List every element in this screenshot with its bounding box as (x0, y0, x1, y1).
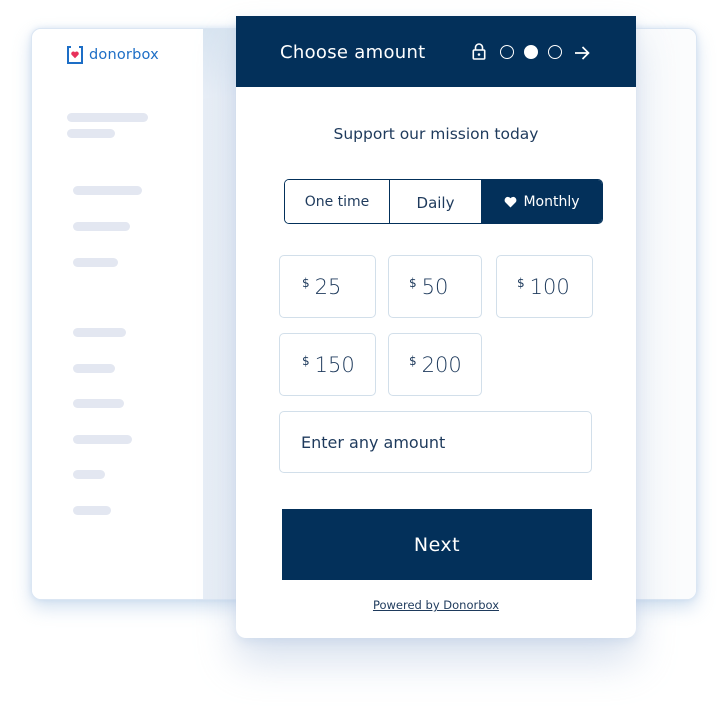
frequency-toggle: One time Daily Monthly (284, 179, 603, 224)
dashboard-sidebar: donorbox (32, 29, 203, 599)
lock-icon (472, 43, 486, 60)
skeleton-nav-item (73, 258, 118, 267)
amount-value: 200 (421, 352, 462, 377)
skeleton-line (67, 113, 148, 122)
currency-symbol: $ (302, 354, 310, 368)
amount-option-100[interactable]: $ 100 (496, 255, 593, 318)
form-title: Choose amount (280, 42, 426, 63)
powered-by-link[interactable]: Powered by Donorbox (236, 598, 636, 612)
step-dot-3 (548, 44, 562, 59)
amount-option-150[interactable]: $ 150 (279, 333, 376, 396)
frequency-label: Daily (416, 194, 455, 212)
skeleton-nav-item (73, 364, 115, 373)
next-button[interactable]: Next (282, 509, 592, 580)
custom-amount-input[interactable] (279, 411, 592, 473)
frequency-one-time[interactable]: One time (285, 180, 389, 223)
frequency-monthly[interactable]: Monthly (481, 180, 602, 223)
amount-value: 150 (314, 352, 355, 377)
amount-option-50[interactable]: $ 50 (388, 255, 482, 318)
skeleton-nav-item (73, 506, 111, 515)
frequency-label: Monthly (523, 193, 580, 210)
amount-value: 100 (529, 274, 570, 299)
skeleton-nav-item (73, 328, 126, 337)
donorbox-logo[interactable]: donorbox (66, 45, 159, 65)
skeleton-nav-item (73, 470, 105, 479)
amount-value: 50 (421, 274, 449, 299)
skeleton-nav-item (73, 222, 130, 231)
step-dot-2-active (524, 44, 538, 59)
step-indicator (472, 43, 590, 60)
currency-symbol: $ (302, 276, 310, 290)
amount-option-200[interactable]: $ 200 (388, 333, 482, 396)
amount-value: 25 (314, 274, 342, 299)
logo-text: donorbox (89, 47, 159, 63)
currency-symbol: $ (517, 276, 525, 290)
donorbox-box-heart-icon (66, 45, 84, 65)
heart-icon (504, 196, 517, 208)
currency-symbol: $ (409, 354, 417, 368)
skeleton-line (67, 129, 115, 138)
amount-option-25[interactable]: $ 25 (279, 255, 376, 318)
frequency-daily[interactable]: Daily (389, 180, 481, 223)
donation-form: Choose amount Support our mission today (236, 16, 636, 638)
currency-symbol: $ (409, 276, 417, 290)
form-subtitle: Support our mission today (333, 125, 539, 143)
skeleton-nav-item (73, 399, 124, 408)
arrow-right-icon[interactable] (574, 45, 590, 60)
step-dot-1 (500, 44, 514, 59)
frequency-label: One time (304, 193, 370, 210)
skeleton-nav-item (73, 186, 142, 195)
skeleton-nav-item (73, 435, 132, 444)
form-header: Choose amount (236, 16, 636, 87)
